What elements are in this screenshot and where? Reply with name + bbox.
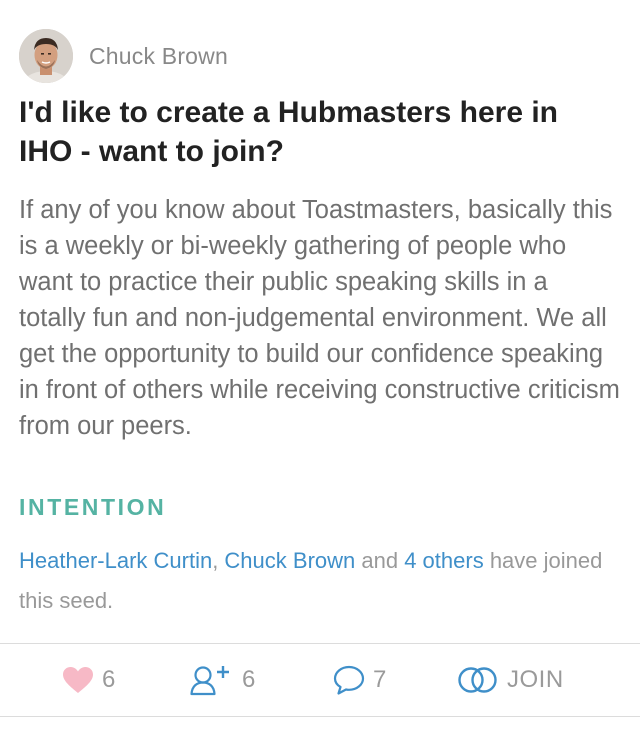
others-link[interactable]: 4 others xyxy=(404,548,484,573)
category-label: INTENTION xyxy=(19,494,167,520)
join-label: JOIN xyxy=(507,666,564,693)
comments-count: 7 xyxy=(373,666,387,693)
member-link-chuck[interactable]: Chuck Brown xyxy=(224,548,355,573)
author-name[interactable]: Chuck Brown xyxy=(89,43,228,70)
add-user-icon xyxy=(190,664,234,696)
joined-summary: Heather-Lark Curtin, Chuck Brown and 4 o… xyxy=(19,541,625,621)
author-row: Chuck Brown xyxy=(19,28,228,84)
divider-bottom xyxy=(0,716,640,717)
comments-button[interactable]: 7 xyxy=(333,644,386,716)
interlocking-rings-icon xyxy=(457,666,499,694)
action-bar: 6 6 7 JOIN xyxy=(0,644,640,716)
post-body: If any of you know about Toastmasters, b… xyxy=(19,196,620,440)
like-button[interactable]: 6 xyxy=(62,644,115,716)
post-title: I'd like to create a Hubmasters here in … xyxy=(19,96,559,168)
members-button[interactable]: 6 xyxy=(190,644,255,716)
joined-connector: and xyxy=(355,548,405,573)
members-count: 6 xyxy=(242,666,256,693)
join-button[interactable]: JOIN xyxy=(457,644,564,716)
like-count: 6 xyxy=(102,666,116,693)
joined-separator: , xyxy=(212,548,225,573)
author-avatar[interactable] xyxy=(19,29,73,83)
seed-post-card: Chuck Brown I'd like to create a Hubmast… xyxy=(0,0,640,734)
speech-bubble-icon xyxy=(333,665,365,695)
member-link-heather[interactable]: Heather-Lark Curtin xyxy=(19,548,212,573)
heart-icon xyxy=(62,666,94,694)
